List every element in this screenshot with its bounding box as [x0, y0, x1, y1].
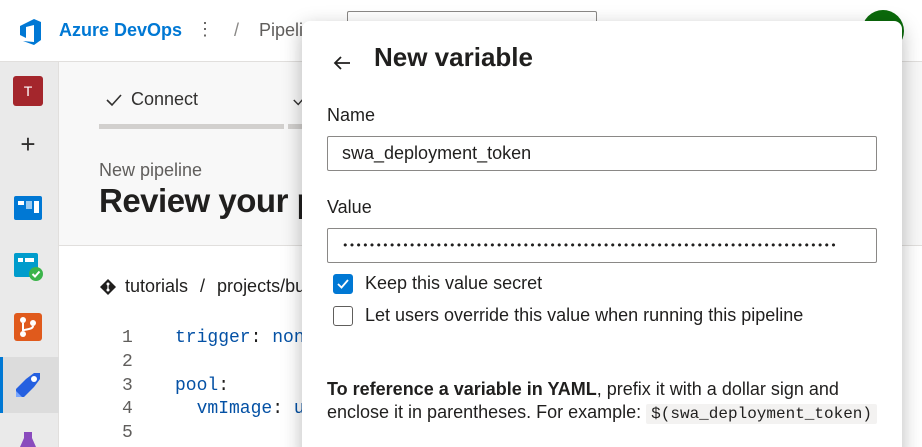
code-line: 4	[122, 399, 133, 419]
code-line: 3	[122, 376, 133, 396]
breadcrumb: tutorials / projects/buil	[99, 276, 313, 297]
boards-icon[interactable]	[12, 192, 44, 224]
info-code: $(swa_deployment_token)	[646, 404, 878, 424]
pipelines-icon[interactable]	[12, 369, 44, 401]
info-bold: To reference a variable in YAML	[327, 379, 597, 399]
yaml-reference-info: To reference a variable in YAML, prefix …	[327, 378, 887, 426]
checkmark-icon	[337, 278, 349, 289]
check-icon	[106, 93, 122, 106]
step-progress-bar	[99, 124, 284, 129]
keep-secret-label: Keep this value secret	[365, 273, 543, 293]
code-line: 1	[122, 328, 133, 348]
code-line: 5	[122, 423, 133, 443]
org-badge[interactable]: T	[13, 76, 43, 106]
repo-path[interactable]: projects/buil	[217, 276, 313, 297]
code-text[interactable]: trigger: non	[175, 328, 305, 348]
repos-icon[interactable]	[12, 311, 44, 343]
artifacts-icon[interactable]	[12, 428, 44, 447]
new-variable-dialog: New variable Name swa_deployment_token V…	[302, 21, 902, 447]
name-label: Name	[327, 105, 376, 125]
back-arrow-icon[interactable]	[330, 51, 354, 75]
code-text[interactable]: pool:	[175, 376, 229, 396]
dialog-title: New variable	[374, 42, 533, 72]
name-input[interactable]: swa_deployment_token	[327, 136, 877, 171]
override-checkbox[interactable]	[333, 305, 353, 326]
code-text[interactable]: vmImage: u	[175, 399, 305, 419]
keep-secret-checkbox[interactable]	[333, 273, 353, 294]
add-icon[interactable]: +	[14, 130, 42, 158]
page-subtitle: New pipeline	[99, 160, 203, 180]
repo-org[interactable]: tutorials	[125, 276, 188, 297]
more-options-icon[interactable]: ⋮	[196, 19, 214, 40]
value-input[interactable]: ••••••••••••••••••••••••••••••••••••••••…	[327, 228, 877, 263]
repo-separator: /	[200, 276, 206, 296]
page-title: Review your p	[99, 182, 317, 219]
azure-devops-logo-icon[interactable]	[14, 16, 44, 46]
left-nav: T +	[0, 62, 59, 447]
test-plans-icon[interactable]	[12, 250, 44, 282]
override-label: Let users override this value when runni…	[365, 305, 804, 325]
step-connect[interactable]: Connect	[105, 89, 198, 110]
git-icon	[100, 278, 116, 295]
breadcrumb-separator: /	[234, 20, 240, 40]
breadcrumb-pipelines[interactable]: Pipeli	[259, 20, 303, 41]
code-line: 2	[122, 352, 133, 372]
brand-link[interactable]: Azure DevOps	[59, 20, 182, 41]
keep-secret-row[interactable]: Keep this value secret	[333, 273, 542, 294]
step-label: Connect	[131, 89, 199, 109]
value-label: Value	[327, 197, 372, 217]
override-row[interactable]: Let users override this value when runni…	[333, 305, 803, 326]
